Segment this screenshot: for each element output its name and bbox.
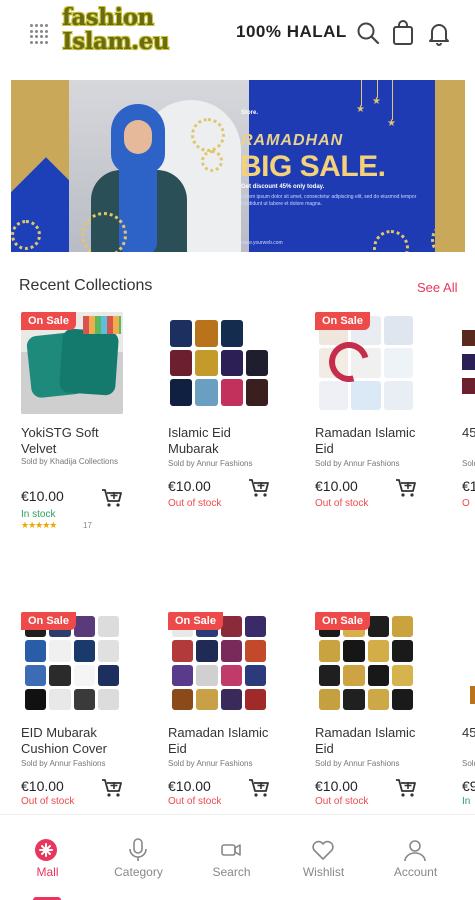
mall-icon (39, 843, 53, 857)
brand-logo[interactable]: fashion Islam.eu (62, 6, 192, 62)
product-image[interactable]: On Sale (315, 312, 417, 414)
product-price: €10.00 (168, 778, 211, 794)
product-title[interactable]: 45 Ra (462, 725, 475, 741)
banner-heading-small: RAMADHAN (241, 132, 344, 149)
product-card[interactable]: Islamic Eid Mubarak Sold by Annur Fashio… (168, 312, 278, 512)
product-title[interactable]: EID Mubarak Cushion Cover (21, 725, 126, 757)
product-title[interactable]: Islamic Eid Mubarak (168, 425, 273, 457)
on-sale-badge: On Sale (21, 312, 76, 330)
product-price: €10.00 (21, 488, 64, 504)
nav-label: Account (393, 865, 438, 879)
app-header: fashion Islam.eu 100% HALAL (0, 0, 475, 68)
product-image[interactable]: On Sale (21, 312, 123, 414)
nav-label: Wishlist (302, 865, 345, 879)
stock-status: Out of stock (315, 796, 369, 807)
product-title[interactable]: YokiSTG Soft Velvet (21, 425, 126, 457)
rating-stars-icon: ★★★★★ (21, 520, 57, 530)
promo-banner[interactable]: ★ ★ ★ Store. RAMADHAN BIG SALE. Get disc… (11, 80, 465, 252)
product-price: €10.00 (315, 478, 358, 494)
shopping-bag-icon[interactable] (390, 20, 416, 46)
add-to-cart-icon[interactable] (248, 478, 270, 498)
product-seller: Sold by Annur Fashions (21, 759, 106, 768)
add-to-cart-icon[interactable] (101, 488, 123, 508)
banner-website: www.yourweb.com (241, 240, 283, 246)
add-to-cart-icon[interactable] (395, 478, 417, 498)
stock-status: Out of stock (168, 796, 222, 807)
product-image[interactable]: On Sale (168, 612, 270, 714)
product-seller: Sold by Annur Fashions (315, 759, 400, 768)
nav-account[interactable]: Account (368, 815, 463, 900)
nav-label: Mall (36, 865, 59, 879)
stock-status: Out of stock (168, 498, 222, 509)
gold-ornament-icon (191, 118, 225, 152)
banner-description: Lorem ipsum dolor sit amet, consectetur … (241, 194, 417, 207)
product-card[interactable]: On Sale YokiSTG Soft Velvet Sold by Khad… (21, 312, 131, 542)
search-icon[interactable] (355, 20, 381, 46)
menu-grid-icon[interactable] (30, 24, 50, 44)
product-image[interactable] (168, 312, 270, 414)
nav-mall[interactable]: Mall (0, 815, 95, 900)
on-sale-badge: On Sale (315, 312, 370, 330)
product-card[interactable]: On Sale Ramadan Islamic Eid Sold by Annu… (315, 612, 425, 812)
product-price: €10.00 (315, 778, 358, 794)
stock-status: Out of stock (21, 796, 75, 807)
product-image[interactable] (462, 612, 475, 714)
product-price: €9 (462, 778, 475, 794)
product-seller: Sold (462, 459, 475, 468)
banner-brand: Store. (241, 110, 259, 116)
rating-count: 17 (83, 521, 92, 530)
product-title[interactable]: 45 M (462, 425, 475, 441)
product-title[interactable]: Ramadan Islamic Eid (168, 725, 273, 757)
nav-search[interactable]: Search (184, 815, 279, 900)
product-seller: Sold by Annur Fashions (168, 759, 253, 768)
nav-category[interactable]: Category (91, 815, 186, 900)
product-card[interactable]: On Sale Ramadan Islamic Eid Sold by Annu… (168, 612, 278, 812)
product-card[interactable]: On Sale Ramadan Islamic Eid Sold by Annu… (315, 312, 425, 512)
nav-wishlist[interactable]: Wishlist (276, 815, 371, 900)
on-sale-badge: On Sale (315, 612, 370, 630)
product-price: €10.00 (21, 778, 64, 794)
product-price: €1 (462, 478, 475, 494)
product-image[interactable] (462, 312, 475, 414)
nav-label: Category (114, 865, 163, 879)
add-to-cart-icon[interactable] (101, 778, 123, 798)
see-all-link[interactable]: See All (417, 280, 457, 295)
stock-status: In stock (21, 509, 56, 520)
product-seller: Sold by Annur Fashions (315, 459, 400, 468)
star-ornament-icon: ★ (356, 104, 365, 115)
add-to-cart-icon[interactable] (248, 778, 270, 798)
product-title[interactable]: Ramadan Islamic Eid (315, 425, 420, 457)
product-seller: Sold by Khadija Collections (21, 457, 118, 466)
bell-icon[interactable] (426, 20, 452, 46)
user-icon (404, 840, 426, 862)
heart-icon (312, 840, 334, 860)
product-card[interactable]: 45 M Sold €1 O (462, 312, 475, 512)
product-seller: Sold by Annur Fashions (168, 459, 253, 468)
product-card[interactable]: 45 Ra Sold €9 In (462, 612, 475, 812)
banner-heading-big: BIG SALE. (240, 150, 386, 183)
product-image[interactable]: On Sale (21, 612, 123, 714)
section-title: Recent Collections (19, 277, 153, 294)
on-sale-badge: On Sale (168, 612, 223, 630)
halal-label: 100% HALAL (236, 22, 347, 41)
stock-status: O (462, 498, 470, 509)
product-image[interactable]: On Sale (315, 612, 417, 714)
bottom-navigation: Mall Category Search Wishlist Account (0, 814, 475, 900)
video-icon (221, 844, 241, 856)
banner-subheading: Get discount 45% only today. (241, 184, 325, 190)
product-seller: Sold (462, 759, 475, 768)
nav-label: Search (212, 865, 251, 879)
stock-status: Out of stock (315, 498, 369, 509)
add-to-cart-icon[interactable] (395, 778, 417, 798)
on-sale-badge: On Sale (21, 612, 76, 630)
stock-status: In (462, 796, 471, 807)
product-title[interactable]: Ramadan Islamic Eid (315, 725, 420, 757)
product-price: €10.00 (168, 478, 211, 494)
microphone-icon (129, 838, 147, 861)
product-card[interactable]: On Sale EID Mubarak Cushion Cover Sold b… (21, 612, 131, 812)
